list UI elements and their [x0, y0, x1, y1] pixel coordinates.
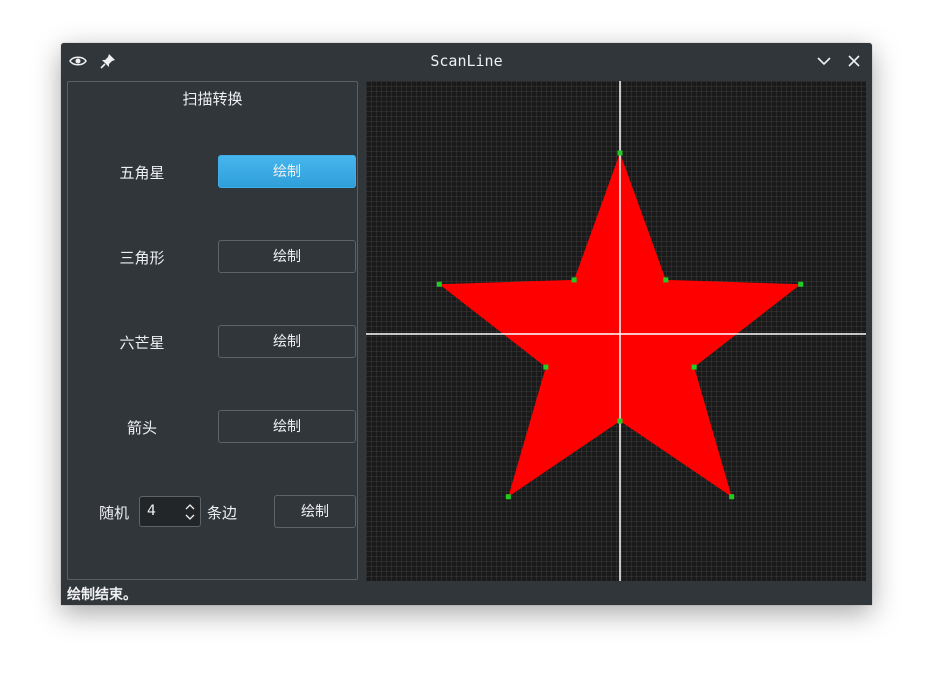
edges-label: 条边 [207, 504, 238, 522]
edge-count-value: 4 [147, 503, 156, 519]
window-title: ScanLine [430, 52, 503, 70]
hexagram-label: 六芒星 [119, 334, 165, 352]
title-bar: ScanLine [61, 43, 872, 79]
pixel-grid [366, 81, 866, 581]
star-label: 五角星 [119, 164, 165, 182]
draw-arrow-button[interactable]: 绘制 [218, 410, 356, 443]
vertex-marker [543, 364, 549, 370]
close-icon[interactable] [845, 52, 863, 70]
random-label: 随机 [99, 504, 130, 522]
panel-title: 扫描转换 [182, 90, 243, 108]
chevron-down-icon[interactable] [815, 52, 833, 70]
scanline-canvas[interactable] [366, 81, 866, 581]
spin-arrows-icon[interactable] [184, 500, 196, 524]
app-window: ScanLine 扫描转换 五角星 绘制 三角形 绘制 六芒星 绘制 箭头 绘制… [61, 43, 872, 605]
status-text: 绘制结束。 [67, 587, 137, 603]
vertex-marker [663, 277, 669, 283]
vertex-marker [798, 281, 804, 287]
draw-random-button[interactable]: 绘制 [274, 495, 356, 528]
edge-count-spinbox[interactable]: 4 [139, 496, 201, 527]
arrow-label: 箭头 [126, 419, 157, 437]
vertex-marker [617, 418, 623, 424]
vertex-marker [436, 281, 442, 287]
draw-star-button[interactable]: 绘制 [218, 155, 356, 188]
vertex-marker [571, 277, 577, 283]
vertex-marker [505, 494, 511, 500]
draw-triangle-button[interactable]: 绘制 [218, 240, 356, 273]
vertex-marker [617, 150, 623, 156]
vertex-marker [691, 364, 697, 370]
draw-hexagram-button[interactable]: 绘制 [218, 325, 356, 358]
triangle-label: 三角形 [119, 249, 165, 267]
control-panel: 扫描转换 五角星 绘制 三角形 绘制 六芒星 绘制 箭头 绘制 随机 4 条边 … [67, 81, 358, 580]
vertex-marker [729, 494, 735, 500]
